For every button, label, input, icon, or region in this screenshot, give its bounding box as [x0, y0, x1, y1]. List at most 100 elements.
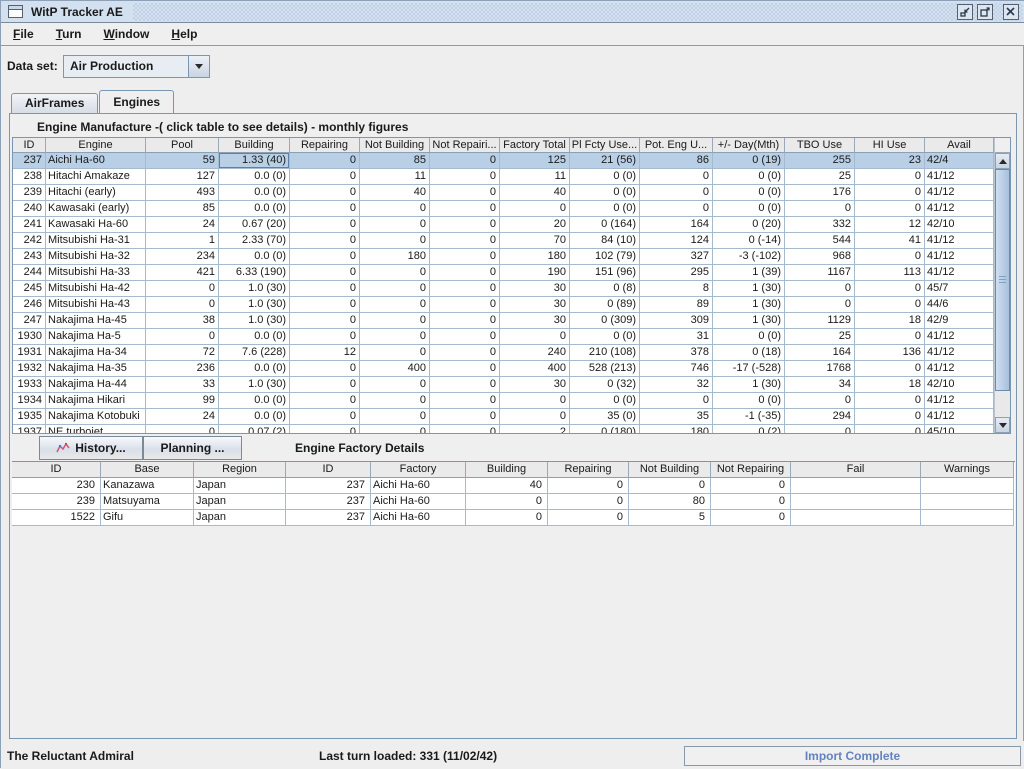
menu-window[interactable]: Window — [95, 24, 157, 44]
table-row[interactable]: 239 Matsuyama Japan 237 Aichi Ha-60 0 0 80 0 — [12, 494, 1014, 510]
cell: 0 (164) — [570, 217, 640, 233]
cell: 0 — [500, 329, 570, 345]
column-header[interactable]: Pl Fcty Use... — [570, 138, 640, 153]
column-header[interactable]: Fail — [791, 462, 921, 478]
column-header[interactable]: TBO Use — [785, 138, 855, 153]
cell: 41/12 — [925, 249, 994, 265]
column-header[interactable]: Building — [219, 138, 290, 153]
cell: 0 (2) — [713, 425, 785, 433]
cell: 0 — [855, 185, 925, 201]
menu-file[interactable]: File — [5, 24, 42, 44]
table-row[interactable]: 1935 Nakajima Kotobuki 24 0.0 (0) 0 0 0 0 35 (0)… — [13, 409, 994, 425]
column-header[interactable]: Factory Total — [500, 138, 570, 153]
dataset-combobox[interactable]: Air Production — [63, 55, 210, 78]
column-header[interactable]: Not Repairi... — [430, 138, 500, 153]
column-header[interactable]: +/- Day(Mth) — [713, 138, 785, 153]
column-header[interactable]: Pot. Eng U... — [640, 138, 713, 153]
column-header[interactable]: Engine — [46, 138, 146, 153]
cell: 0 — [360, 393, 430, 409]
scroll-up-button[interactable] — [995, 153, 1010, 169]
cell: 493 — [146, 185, 219, 201]
cell: 0 — [500, 201, 570, 217]
maximize-button[interactable] — [977, 4, 993, 20]
column-header[interactable]: Factory — [371, 462, 466, 478]
cell: 0 (18) — [713, 345, 785, 361]
table-row[interactable]: 230 Kanazawa Japan 237 Aichi Ha-60 40 0 0 0 — [12, 478, 1014, 494]
table-row[interactable]: 238 Hitachi Amakaze 127 0.0 (0) 0 11 0 11 0 (0) 0… — [13, 169, 994, 185]
column-header[interactable]: ID — [12, 462, 101, 478]
vertical-scrollbar[interactable] — [994, 138, 1010, 433]
engine-table: ID Engine Pool Building Repairing Not Buildin… — [13, 138, 994, 433]
cell: 21 (56) — [570, 153, 640, 169]
cell: 84 (10) — [570, 233, 640, 249]
cell: Nakajima Ha-44 — [46, 377, 146, 393]
table-row[interactable]: 244 Mitsubishi Ha-33 421 6.33 (190) 0 0 0 190 15… — [13, 265, 994, 281]
column-header[interactable]: Pool — [146, 138, 219, 153]
menu-help[interactable]: Help — [163, 24, 205, 44]
table-row[interactable]: 1937 NE turbojet 0 0.07 (2) 0 0 0 2 0 (180) 180 0 … — [13, 425, 994, 433]
table-row[interactable]: 242 Mitsubishi Ha-31 1 2.33 (70) 0 0 0 70 84 (10… — [13, 233, 994, 249]
column-header[interactable]: Repairing — [548, 462, 629, 478]
table-row[interactable]: 1934 Nakajima Hikari 99 0.0 (0) 0 0 0 0 0 (0) 0 0 … — [13, 393, 994, 409]
cell: Mitsubishi Ha-33 — [46, 265, 146, 281]
table-row[interactable]: 240 Kawasaki (early) 85 0.0 (0) 0 0 0 0 0 (0) 0 0 … — [13, 201, 994, 217]
cell: 0.0 (0) — [219, 201, 290, 217]
column-header[interactable]: Building — [466, 462, 548, 478]
cell: 0 — [360, 297, 430, 313]
table-row[interactable]: 241 Kawasaki Ha-60 24 0.67 (20) 0 0 0 20 0 (164)… — [13, 217, 994, 233]
column-header[interactable]: ID — [286, 462, 371, 478]
cell: 1.0 (30) — [219, 297, 290, 313]
scroll-down-button[interactable] — [995, 417, 1010, 433]
column-header[interactable]: HI Use — [855, 138, 925, 153]
table-row[interactable]: 239 Hitachi (early) 493 0.0 (0) 0 40 0 40 0 (0) 0… — [13, 185, 994, 201]
table-row[interactable]: 1932 Nakajima Ha-35 236 0.0 (0) 0 400 0 400 528 … — [13, 361, 994, 377]
cell: 42/9 — [925, 313, 994, 329]
column-header[interactable]: Warnings — [921, 462, 1014, 478]
tab-airframes[interactable]: AirFrames — [11, 93, 99, 113]
column-header[interactable]: ID — [13, 138, 46, 153]
cell: 242 — [13, 233, 46, 249]
cell: 127 — [146, 169, 219, 185]
table-row[interactable]: 1931 Nakajima Ha-34 72 7.6 (228) 12 0 0 240 210 … — [13, 345, 994, 361]
combo-dropdown-button[interactable] — [188, 56, 209, 77]
cell: 309 — [640, 313, 713, 329]
cell: 0 — [430, 233, 500, 249]
cell: 42/10 — [925, 217, 994, 233]
planning-button[interactable]: Planning ... — [143, 436, 242, 460]
cell: 0 — [430, 409, 500, 425]
table-row[interactable]: 245 Mitsubishi Ha-42 0 1.0 (30) 0 0 0 30 0 (8) 8 1… — [13, 281, 994, 297]
cell: 1522 — [12, 510, 101, 526]
table-row[interactable]: 237 Aichi Ha-60 59 1.33 (40) 0 85 0 125 21 (56) 8… — [13, 153, 994, 169]
column-header[interactable]: Base — [101, 462, 194, 478]
history-button[interactable]: History... — [39, 436, 143, 460]
column-header[interactable]: Repairing — [290, 138, 360, 153]
minimize-button[interactable] — [957, 4, 973, 20]
table-row[interactable]: 1933 Nakajima Ha-44 33 1.0 (30) 0 0 0 30 0 (32) 3… — [13, 377, 994, 393]
close-button[interactable] — [1003, 4, 1019, 20]
tab-engines[interactable]: Engines — [99, 90, 175, 113]
cell: 237 — [286, 510, 371, 526]
cell: 1932 — [13, 361, 46, 377]
titlebar: WitP Tracker AE — [1, 1, 1024, 23]
cell: 0 — [430, 425, 500, 433]
table-row[interactable]: 246 Mitsubishi Ha-43 0 1.0 (30) 0 0 0 30 0 (89) 8… — [13, 297, 994, 313]
cell: 0 — [466, 510, 548, 526]
column-header[interactable]: Not Building — [360, 138, 430, 153]
cell: 0 — [548, 494, 629, 510]
column-header[interactable]: Not Building — [629, 462, 711, 478]
table-row[interactable]: 247 Nakajima Ha-45 38 1.0 (30) 0 0 0 30 0 (309) 3… — [13, 313, 994, 329]
menu-turn[interactable]: Turn — [48, 24, 90, 44]
cell: 0 (0) — [713, 169, 785, 185]
cell: 0 — [640, 185, 713, 201]
table-row[interactable]: 1930 Nakajima Ha-5 0 0.0 (0) 0 0 0 0 0 (0) 31 0 (0… — [13, 329, 994, 345]
cell: 0.0 (0) — [219, 185, 290, 201]
table-row[interactable]: 243 Mitsubishi Ha-32 234 0.0 (0) 0 180 0 180 102… — [13, 249, 994, 265]
column-header[interactable]: Not Repairing — [711, 462, 791, 478]
column-header[interactable]: Avail — [925, 138, 994, 153]
scrollbar-thumb[interactable] — [995, 169, 1010, 391]
scrollbar-track[interactable] — [995, 391, 1010, 417]
cell: 0 — [290, 265, 360, 281]
column-header[interactable]: Region — [194, 462, 286, 478]
cell: 294 — [785, 409, 855, 425]
table-row[interactable]: 1522 Gifu Japan 237 Aichi Ha-60 0 0 5 0 — [12, 510, 1014, 526]
